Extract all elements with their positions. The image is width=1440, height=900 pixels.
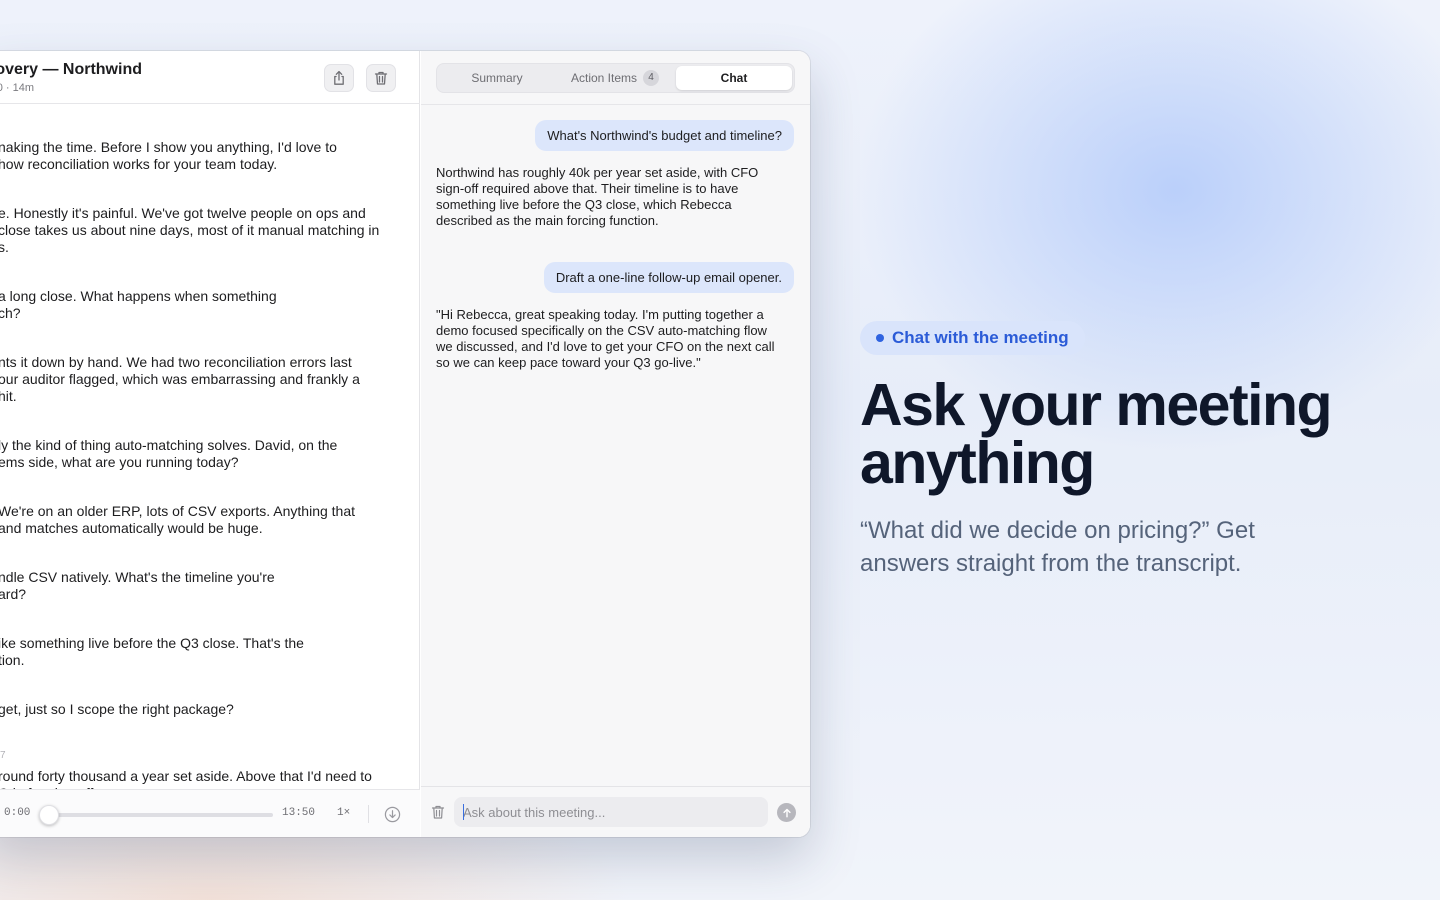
total-time: 13:50 (282, 807, 316, 819)
side-panel: Summary Action Items 4 Chat What's North… (421, 51, 810, 837)
tab-action-items-label: Action Items (570, 71, 638, 85)
message-line: something live before the Q3 close, whic… (436, 197, 732, 212)
transcript-line: naking the time. Before I show you anyth… (0, 139, 337, 155)
transcript-line: round forty thousand a year set aside. A… (0, 768, 372, 784)
feature-pill: Chat with the meeting (860, 321, 1085, 355)
assistant-message: Northwind has roughly 40k per year set a… (436, 165, 798, 229)
message-line: "Hi Rebecca, great speaking today. I'm p… (436, 307, 764, 322)
transcript-line: get, just so I scope the right package? (0, 701, 234, 717)
transcript-pane: overy — Northwind 1:00 · 14m naking the … (0, 51, 420, 837)
transcript-line: tion. (0, 652, 25, 668)
transcript-line: hit. (0, 388, 17, 404)
transcript-list: naking the time. Before I show you anyth… (0, 105, 420, 789)
tab-action-items[interactable]: Action Items 4 (555, 66, 675, 90)
scrubber-handle[interactable] (39, 805, 59, 825)
player-divider (368, 805, 369, 823)
transcript-line: s. (0, 239, 9, 255)
transcript-line: e. Honestly it's painful. We've got twel… (0, 205, 366, 221)
chat-composer (421, 786, 810, 837)
tab-summary[interactable]: Summary (439, 66, 555, 90)
view-tabs: Summary Action Items 4 Chat (436, 63, 795, 93)
transcript-line: ch? (0, 305, 21, 321)
transcript-line: close takes us about nine days, most of … (0, 222, 380, 238)
transcript-line: ly the kind of thing auto-matching solve… (0, 437, 338, 453)
subheadline-line: “What did we decide on pricing?” Get (860, 517, 1255, 544)
delete-button[interactable] (366, 64, 396, 92)
message-line: so we can keep pace toward your Q3 go-li… (436, 355, 701, 370)
transcript-line: ard? (0, 586, 27, 602)
clear-chat-icon[interactable] (431, 804, 445, 820)
playback-speed-button[interactable]: 1× (337, 807, 350, 819)
app-window: overy — Northwind 1:00 · 14m naking the … (0, 51, 810, 837)
tab-chat-label: Chat (720, 71, 748, 85)
message-line: described as the main forcing function. (436, 213, 659, 228)
subheadline: “What did we decide on pricing?” Get ans… (860, 514, 1380, 580)
transcript-line: ndle CSV natively. What's the timeline y… (0, 569, 275, 585)
tab-summary-label: Summary (471, 71, 523, 85)
share-icon (334, 70, 344, 85)
share-button[interactable] (324, 64, 354, 92)
headline: Ask your meeting anything (860, 372, 1420, 496)
meeting-title: overy — Northwind (0, 61, 142, 78)
transcript-line: nts it down by hand. We had two reconcil… (0, 354, 352, 370)
transcript-line: ike something live before the Q3 close. … (0, 635, 304, 651)
headline-line: Ask your meeting (860, 372, 1333, 438)
message-line: Northwind has roughly 40k per year set a… (436, 165, 759, 180)
transcript-line: how reconciliation works for your team t… (0, 156, 278, 172)
user-message: Draft a one-line follow-up email opener. (543, 262, 794, 293)
tab-chat[interactable]: Chat (676, 66, 792, 90)
pill-dot (876, 334, 884, 342)
audio-player: 0:00 13:50 1× (0, 789, 420, 837)
user-message: What's Northwind's budget and timeline? (535, 120, 794, 151)
arrow-up-icon (782, 808, 791, 817)
chat-input[interactable] (454, 797, 768, 827)
assistant-message: "Hi Rebecca, great speaking today. I'm p… (436, 307, 798, 371)
transcript-line: a long close. What happens when somethin… (0, 288, 277, 304)
meeting-meta: 1:00 · 14m (0, 82, 34, 94)
text-cursor (463, 804, 464, 820)
download-icon[interactable] (384, 806, 401, 823)
current-time: 0:00 (4, 807, 31, 819)
scrubber-track[interactable] (47, 813, 273, 817)
send-button[interactable] (777, 803, 796, 822)
action-items-count-badge: 4 (643, 70, 660, 86)
headline-line: anything (860, 430, 1095, 496)
feature-pill-label: Chat with the meeting (892, 328, 1069, 347)
panel-divider (421, 104, 810, 105)
message-line: sign-off required above that. Their time… (436, 181, 739, 196)
transcript-line: ems side, what are you running today? (0, 454, 239, 470)
transcript-line: and matches automatically would be huge. (0, 520, 263, 536)
message-line: demo focused specifically on the CSV aut… (436, 323, 767, 338)
meeting-header: overy — Northwind 1:00 · 14m (0, 51, 420, 104)
transcript-line: We're on an older ERP, lots of CSV expor… (0, 503, 356, 519)
trash-icon (374, 71, 388, 85)
message-line: we discussed, and I'd love to get your C… (436, 339, 775, 354)
transcript-line: our auditor flagged, which was embarrass… (0, 371, 360, 387)
subheadline-line: answers straight from the transcript. (860, 550, 1242, 577)
segment-timestamp: 7 (0, 750, 6, 761)
